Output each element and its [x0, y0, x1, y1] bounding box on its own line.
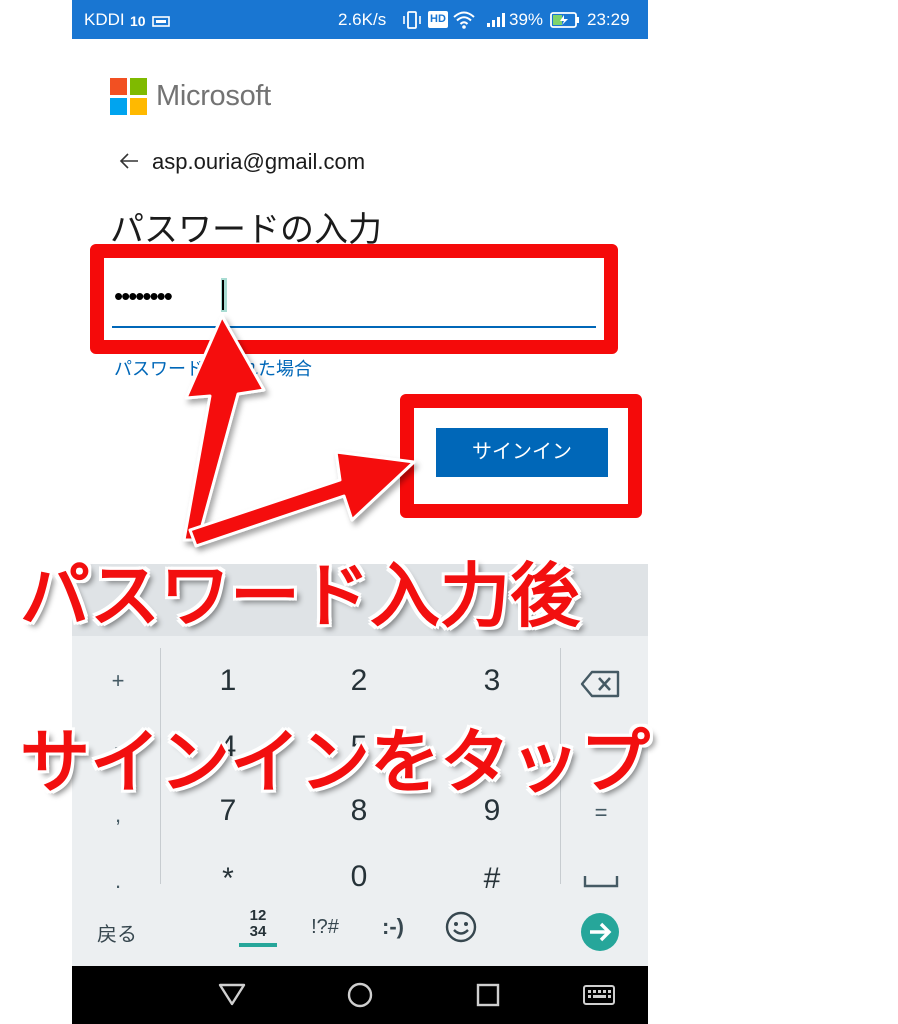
numeric-mode-key[interactable]: 12 34 [228, 908, 288, 947]
navigation-bar [72, 966, 648, 1024]
network-speed: 2.6K/s [338, 10, 387, 29]
keyboard-bottom-row: 戻る 12 34 !?# :-) [72, 898, 648, 966]
annotation-line-2: サインインをタップ [20, 721, 650, 803]
screenshot-stage: KDDI 10 2.6K/s HD 39% 23:29 Microsoft as… [0, 0, 898, 1024]
mode-active-indicator [239, 943, 277, 947]
nav-back-icon[interactable] [218, 982, 246, 1006]
symbols-key[interactable]: !?# [300, 916, 350, 939]
nav-home-icon[interactable] [346, 981, 374, 1009]
key-1[interactable]: 1 [198, 664, 258, 698]
wifi-icon [452, 10, 476, 35]
forgot-password-link[interactable]: パスワードを忘れた場合 [114, 358, 312, 382]
hd-badge: HD [428, 11, 448, 28]
signal-icon [486, 12, 508, 33]
microsoft-logo [110, 78, 147, 115]
back-arrow-icon[interactable] [118, 150, 140, 172]
key-asterisk[interactable]: * [198, 862, 258, 896]
key-plus[interactable]: + [98, 668, 138, 694]
network-label: 10 [130, 13, 146, 29]
key-2[interactable]: 2 [329, 664, 389, 698]
sim-icon [152, 12, 172, 32]
carrier-label: KDDI [84, 10, 125, 29]
emoticon-key[interactable]: :-) [368, 914, 418, 940]
mode-label-bottom: 34 [249, 923, 267, 940]
logo-square-blue [110, 98, 127, 115]
space-icon[interactable] [582, 872, 620, 890]
battery-icon [550, 12, 580, 33]
key-3[interactable]: 3 [462, 664, 522, 698]
annotation-box-password [90, 244, 618, 354]
clock: 23:29 [587, 10, 630, 29]
backspace-icon[interactable] [580, 668, 622, 700]
key-equals[interactable]: = [580, 800, 622, 826]
key-0[interactable]: 0 [329, 860, 389, 894]
vibrate-icon [402, 11, 422, 34]
account-email: asp.ouria@gmail.com [152, 149, 366, 174]
annotation-line-1: パスワード入力後 [20, 555, 580, 637]
nav-keyboard-icon[interactable] [582, 984, 616, 1006]
key-hash[interactable]: # [462, 862, 522, 896]
nav-recents-icon[interactable] [475, 982, 501, 1008]
mode-label-top: 12 [249, 907, 267, 924]
emoji-icon[interactable] [444, 910, 478, 944]
key-period[interactable]: . [98, 868, 138, 894]
logo-square-green [130, 78, 147, 95]
key-comma[interactable]: , [98, 802, 138, 828]
logo-square-red [110, 78, 127, 95]
microsoft-wordmark: Microsoft [156, 80, 271, 112]
annotation-box-signin [400, 394, 642, 518]
logo-square-yellow [130, 98, 147, 115]
enter-arrow-icon[interactable] [580, 912, 620, 952]
back-key[interactable]: 戻る [82, 918, 152, 947]
status-bar: KDDI 10 2.6K/s HD 39% 23:29 [72, 0, 648, 39]
battery-percent: 39% [509, 10, 544, 29]
